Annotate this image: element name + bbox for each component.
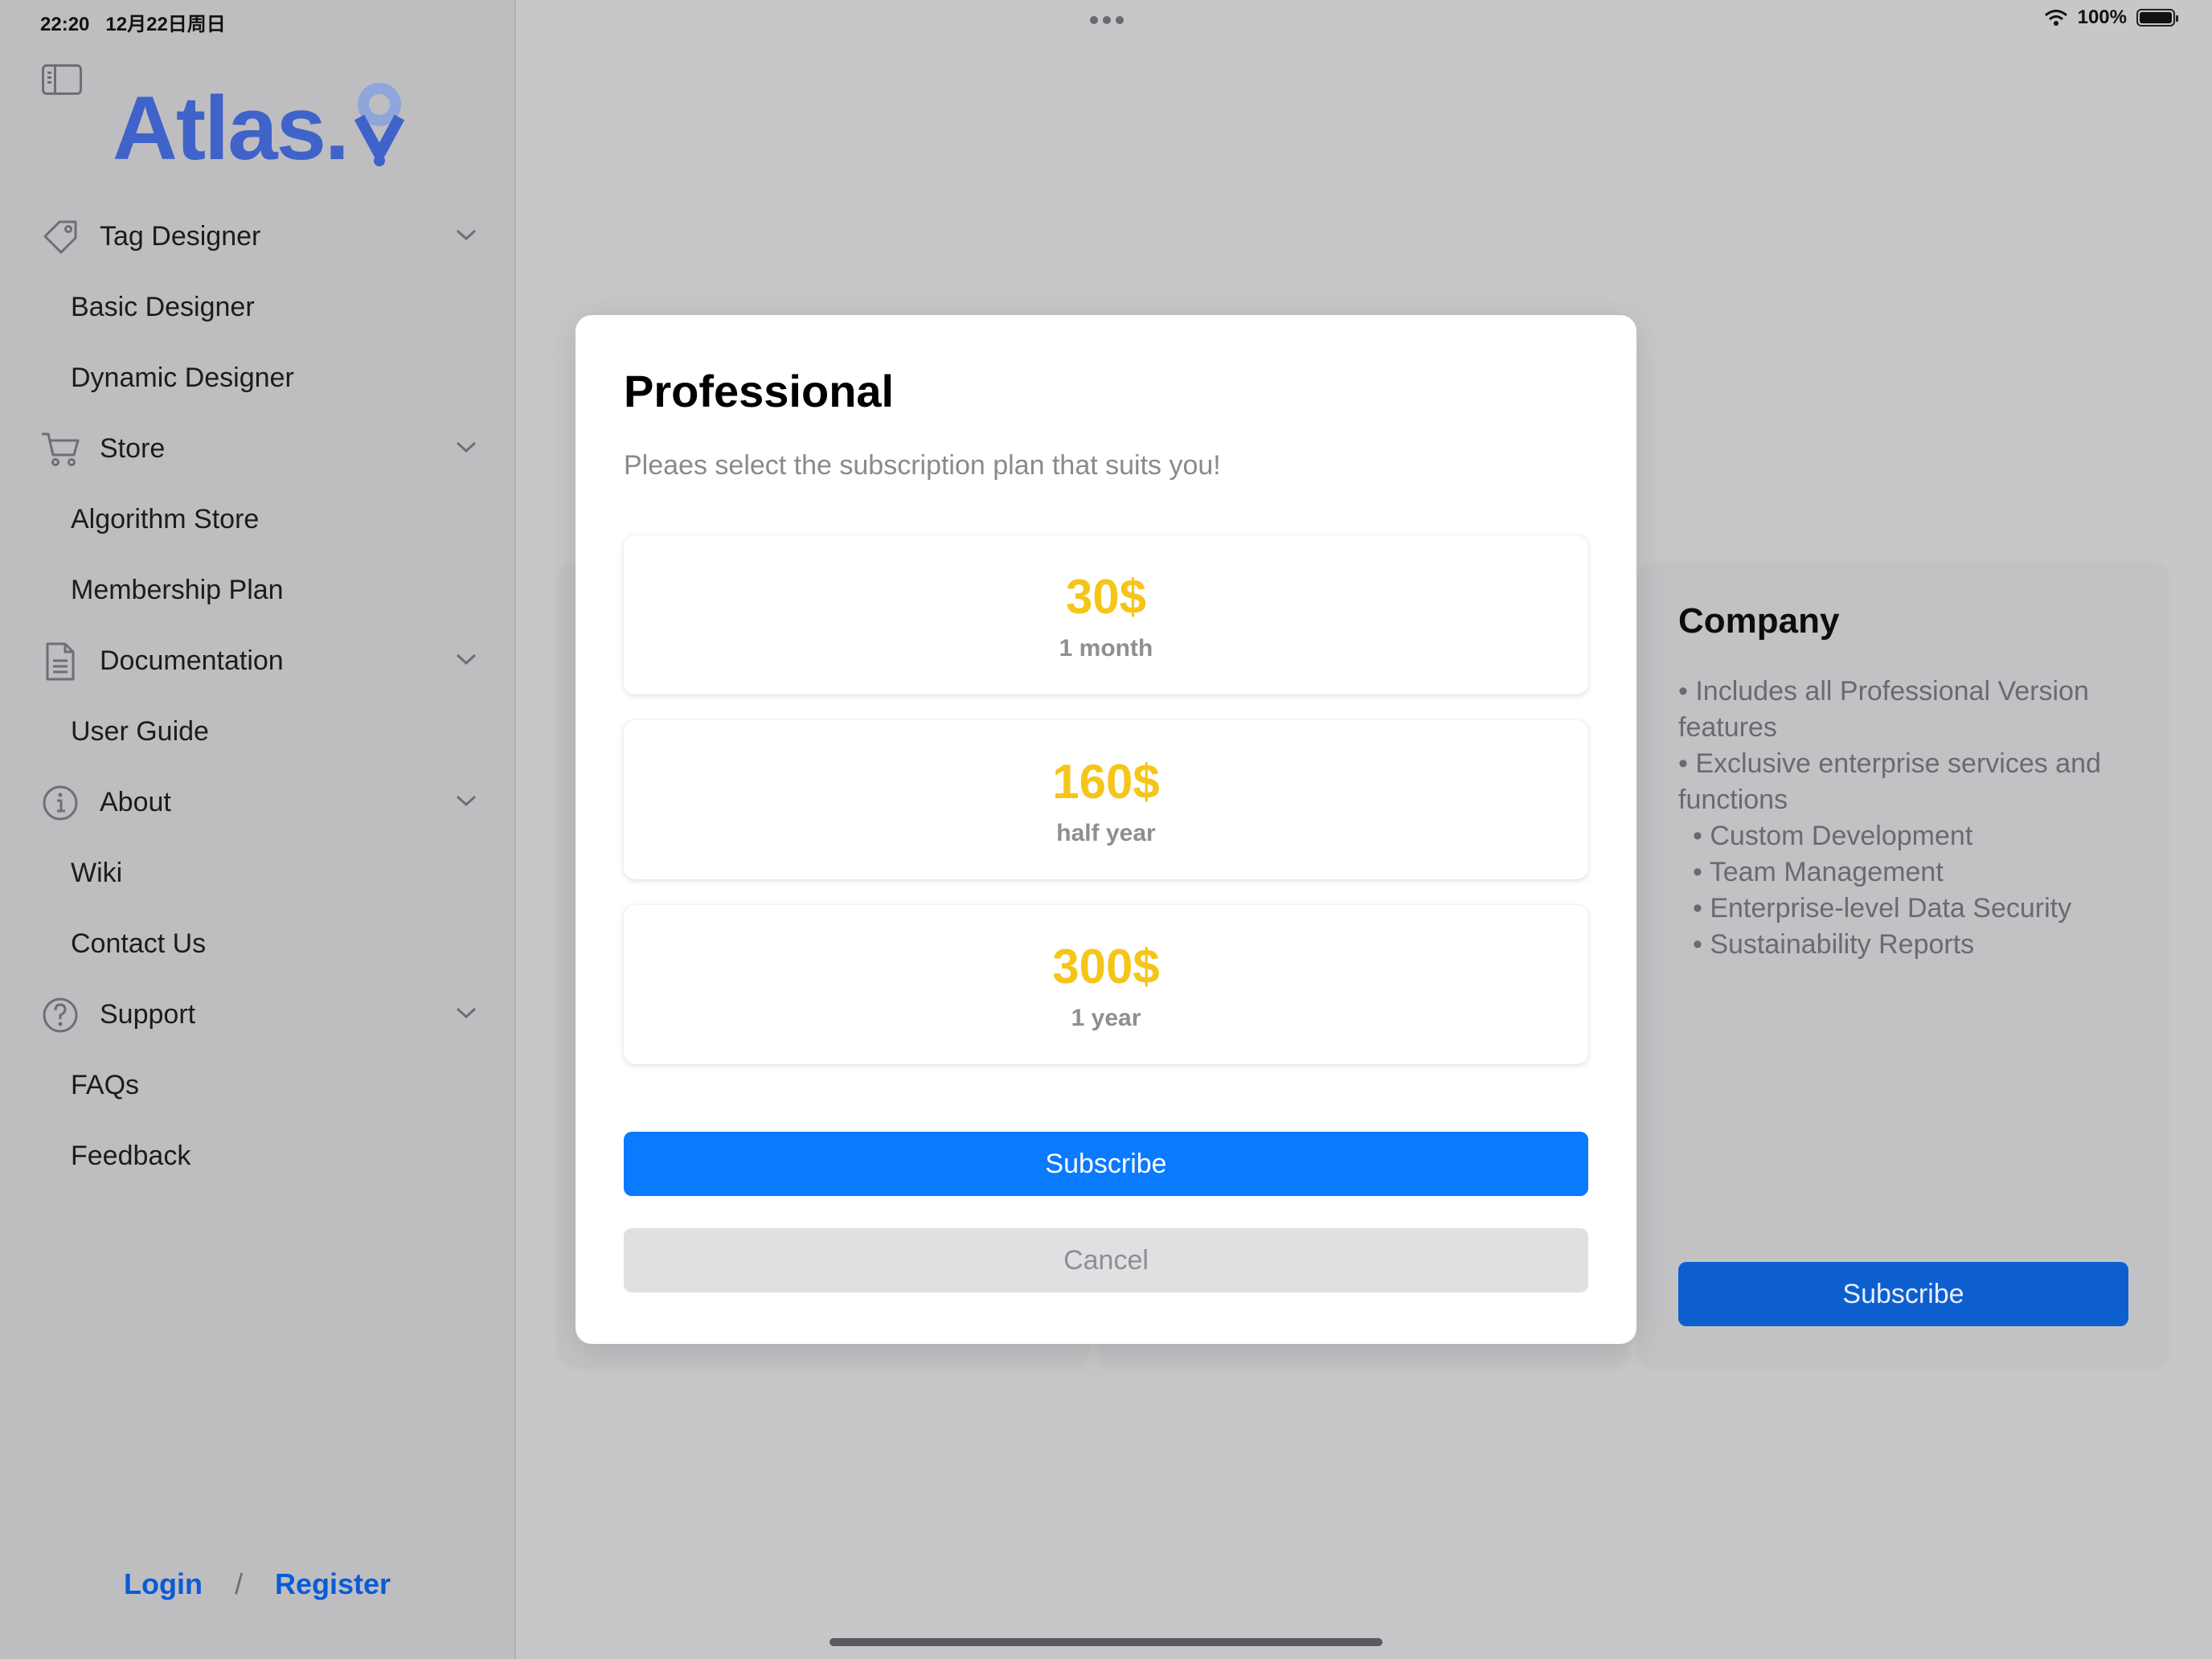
company-card-title: Company [1678,601,1840,641]
sidebar-section-store[interactable]: Store [0,413,514,484]
sidebar-section-support[interactable]: Support [0,979,514,1050]
company-subscribe-button[interactable]: Subscribe [1678,1262,2128,1326]
modal-title: Professional [624,366,895,416]
home-indicator[interactable] [830,1638,1382,1646]
sidebar-section-label: Documentation [100,645,284,676]
cancel-button[interactable]: Cancel [624,1228,1588,1292]
sidebar-item-membership-plan[interactable]: Membership Plan [0,555,514,625]
login-link[interactable]: Login [124,1567,203,1601]
sidebar-item-feedback[interactable]: Feedback [0,1120,514,1191]
multitasking-dots-icon[interactable] [1090,16,1124,24]
plan-period: half year [1056,820,1156,846]
chevron-down-icon[interactable] [455,793,477,809]
plan-option-1-month[interactable]: 30$ 1 month [624,535,1588,694]
feature-item: • Sustainability Reports [1693,929,1975,960]
location-pin-icon [354,83,405,166]
sidebar-nav: Tag Designer Basic Designer Dynamic Desi… [0,201,514,1191]
plan-period: 1 month [1059,635,1153,662]
register-link[interactable]: Register [275,1567,391,1601]
document-icon [40,642,80,681]
plan-period: 1 year [1071,1005,1141,1031]
chevron-down-icon[interactable] [455,1005,477,1021]
info-icon [40,784,80,821]
feature-item: • Exclusive enterprise services and func… [1678,748,2101,815]
sidebar-item-faqs[interactable]: FAQs [0,1050,514,1120]
feature-item: • Custom Development [1693,821,1973,851]
sidebar-toggle-icon[interactable] [42,64,82,95]
sidebar-item-algorithm-store[interactable]: Algorithm Store [0,484,514,555]
status-clock: 22:20 [40,14,90,35]
feature-item: • Includes all Professional Version feat… [1678,676,2089,743]
modal-subtitle: Pleaes select the subscription plan that… [624,450,1221,481]
chevron-down-icon[interactable] [455,651,477,667]
auth-links: Login / Register [0,1567,514,1601]
subscribe-button[interactable]: Subscribe [624,1132,1588,1196]
sidebar-section-documentation[interactable]: Documentation [0,625,514,696]
sidebar-item-basic-designer[interactable]: Basic Designer [0,272,514,342]
battery-percent: 100% [2077,6,2127,28]
company-feature-list: • Includes all Professional Version feat… [1678,674,2128,963]
wifi-icon [2044,10,2067,26]
sidebar-item-user-guide[interactable]: User Guide [0,696,514,767]
cart-icon [40,431,80,468]
logo-text: Atlas. [113,78,350,178]
subscription-modal: Professional Pleaes select the subscript… [576,315,1636,1344]
sidebar-section-label: Store [100,432,166,464]
sidebar-section-tag-designer[interactable]: Tag Designer [0,201,514,272]
plan-price: 300$ [1052,940,1160,993]
feature-item: • Team Management [1693,857,1944,887]
sidebar: 22:20 12月22日周日 Atlas. Tag Designer Basic… [0,0,516,1659]
battery-icon [2136,9,2178,27]
sidebar-section-label: About [100,786,171,817]
status-indicators: 100% [2044,6,2178,29]
sidebar-item-wiki[interactable]: Wiki [0,838,514,908]
plan-price: 160$ [1052,755,1160,809]
sidebar-section-label: Support [100,998,196,1030]
sidebar-section-about[interactable]: About [0,767,514,838]
status-time: 22:20 12月22日周日 [40,8,226,36]
plan-option-half-year[interactable]: 160$ half year [624,720,1588,879]
status-date: 12月22日周日 [105,14,226,35]
auth-separator: / [234,1567,243,1600]
atlas-logo: Atlas. [113,80,408,174]
feature-item: • Enterprise-level Data Security [1693,893,2072,924]
sidebar-section-label: Tag Designer [100,220,261,252]
tag-icon [40,219,80,256]
chevron-down-icon[interactable] [455,227,477,243]
plan-card-company: Company • Includes all Professional Vers… [1640,563,2167,1365]
sidebar-item-contact-us[interactable]: Contact Us [0,908,514,979]
plan-option-1-year[interactable]: 300$ 1 year [624,905,1588,1064]
plan-price: 30$ [1065,570,1147,624]
question-icon [40,997,80,1034]
sidebar-item-dynamic-designer[interactable]: Dynamic Designer [0,342,514,413]
chevron-down-icon[interactable] [455,439,477,455]
